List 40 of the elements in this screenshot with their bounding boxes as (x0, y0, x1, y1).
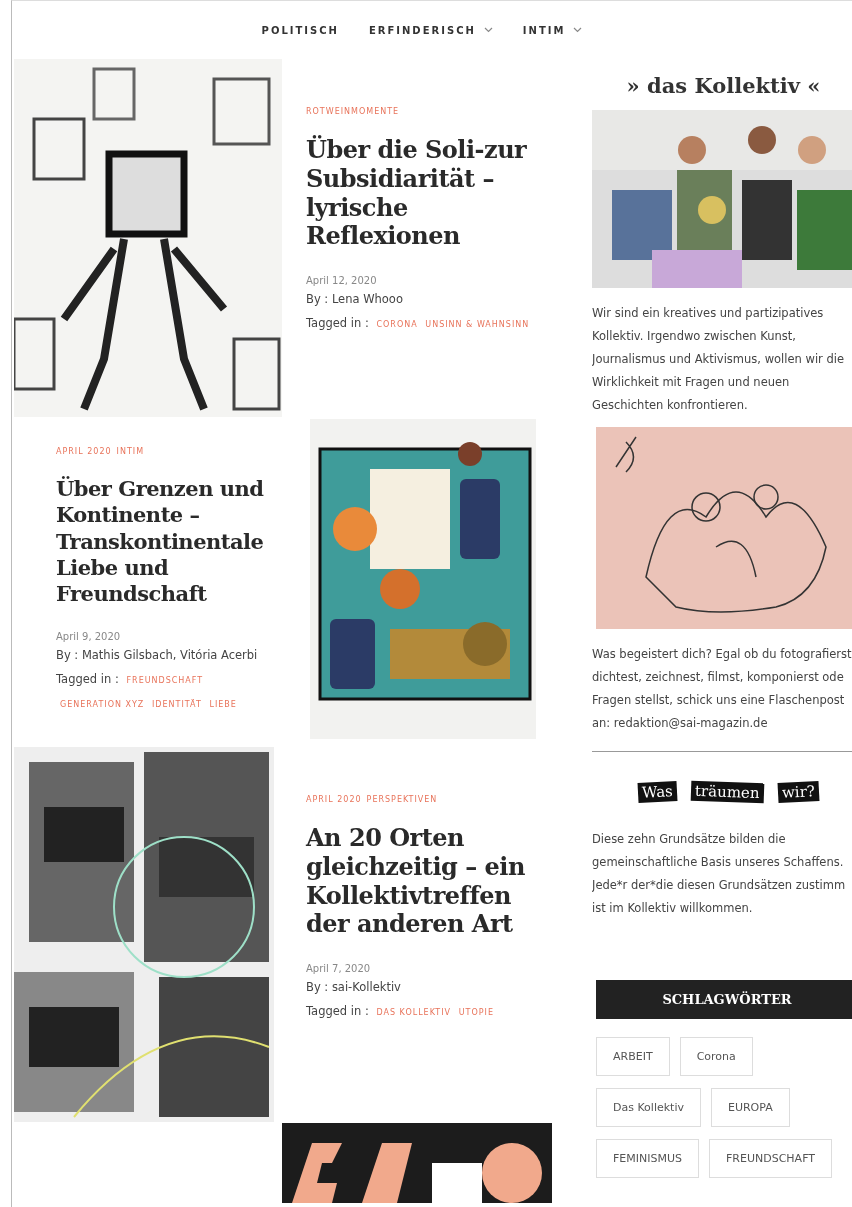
post-date: April 9, 2020 (56, 631, 122, 643)
tag-link[interactable]: CORONA (376, 320, 418, 330)
nav-link[interactable]: POLITISCH (261, 24, 339, 36)
category-link[interactable]: PERSPEKTIVEN (366, 795, 438, 804)
tag-link[interactable]: IDENTITÄT (151, 700, 202, 710)
tag-button[interactable]: Das Kollektiv (596, 1088, 701, 1127)
post-author: By : Mathis Gilsbach, Vitória Acerbi (56, 648, 259, 663)
post-author: By : sai-Kollektiv (306, 980, 402, 995)
principles-paragraph: Diese zehn Grundsätze bilden die gemeinschaftliche Basis unseres Schaffens. Jede*r der*die diesen Grundsätzen zustimm ist im Kollektiv willkommen. (592, 831, 847, 917)
nav-link[interactable]: INTIM (522, 24, 583, 36)
tags-heading: SCHLAGWÖRTER (596, 980, 852, 1019)
call-paragraph: Was begeistert dich? Egal ob du fotografierst dichtest, zeichnest, filmst, komponierst ode Fragen stellst, schick uns eine Flaschenpost an: redaktion@sai-magazin.de (592, 646, 852, 732)
category-link[interactable]: APRIL 2020 (306, 795, 362, 804)
sidebar-title: » das Kollektiv « (625, 73, 822, 98)
ransom-heading: Was träumen wir? (592, 782, 852, 802)
tag-button[interactable]: Corona (679, 1037, 753, 1076)
category-link[interactable]: APRIL 2020 (56, 447, 112, 456)
tagged-in-line: Tagged in : DAS KOLLEKTIV UTOPIE (306, 1003, 495, 1021)
nav-link[interactable]: ERFINDERISCH (368, 24, 493, 36)
tagged-in-line: Tagged in : CORONA UNSINN & WAHNSINN (306, 315, 531, 333)
tag-button[interactable]: FEMINISMUS (596, 1139, 699, 1178)
post-date: April 7, 2020 (306, 963, 372, 975)
tag-button[interactable]: ARBEIT (596, 1037, 670, 1076)
intro-paragraph: Wir sind ein kreatives und partizipatives Kollektiv. Irgendwo zwischen Kunst, Journalismus und Aktivismus, wollen wir die Wirklichkeit mit Fragen und neuen Geschichten konfrontieren. (592, 305, 846, 414)
post-title[interactable]: An 20 Orten gleichzeitig – ein Kollektivtreffen der anderen Art (306, 824, 531, 940)
post-author: By : Lena Whooo (306, 292, 404, 307)
tag-button[interactable]: EUROPA (710, 1088, 790, 1127)
tag-link[interactable]: FREUNDSCHAFT (126, 676, 204, 686)
tagged-in-line: Tagged in : FREUNDSCHAFT GENERATION XYZ IDENTITÄT LIEBE (56, 671, 238, 712)
post-title[interactable]: Über Grenzen und Kontinente – Transkontinentale Liebe und Freundschaft (56, 476, 272, 608)
tag-link[interactable]: UNSINN & WAHNSINN (425, 320, 530, 330)
post-date: April 12, 2020 (306, 275, 378, 287)
tag-button[interactable]: FREUNDSCHAFT (709, 1139, 832, 1178)
post-title[interactable]: Über die Soli-zur Subsidiarität – lyrische Reflexionen (306, 136, 531, 252)
category-link[interactable]: ROTWEINMOMENTE (306, 107, 400, 116)
category-link[interactable]: INTIM (116, 447, 145, 456)
tag-link[interactable]: DAS KOLLEKTIV (376, 1008, 451, 1018)
tag-link[interactable]: LIEBE (209, 700, 237, 710)
tag-link[interactable]: GENERATION XYZ (60, 700, 145, 710)
tag-link[interactable]: UTOPIE (458, 1008, 494, 1018)
